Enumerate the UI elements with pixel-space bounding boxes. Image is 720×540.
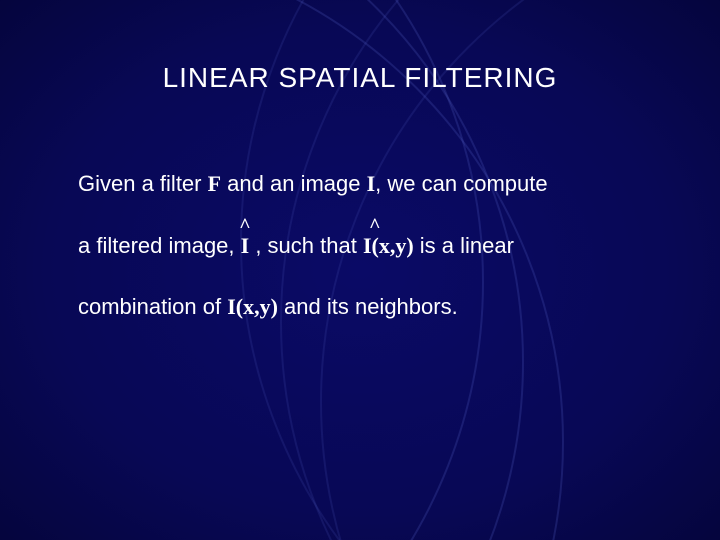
slide-title: LINEAR SPATIAL FILTERING <box>0 62 720 94</box>
hat-icon: ^ <box>239 216 251 236</box>
Ixy-hat: ^I(x,y) <box>363 232 414 260</box>
hat-icon: ^ <box>369 216 381 236</box>
image-symbol-I: I <box>367 171 376 196</box>
text: , we can compute <box>375 171 547 196</box>
text: is a linear <box>414 233 514 258</box>
text: a filtered image, <box>78 233 241 258</box>
text: and an image <box>221 171 367 196</box>
body-line-2: a filtered image, ^I , such that ^I(x,y)… <box>78 232 658 260</box>
I-hat: ^I <box>241 232 250 260</box>
filter-symbol-F: F <box>208 171 221 196</box>
Ixy-symbol: I(x,y) <box>227 294 278 319</box>
text: , such that <box>249 233 363 258</box>
body-line-3: combination of I(x,y) and its neighbors. <box>78 293 658 321</box>
slide-body: Given a filter F and an image I, we can … <box>78 170 658 355</box>
slide: LINEAR SPATIAL FILTERING Given a filter … <box>0 0 720 540</box>
text: combination of <box>78 294 227 319</box>
text: and its neighbors. <box>278 294 458 319</box>
text: Given a filter <box>78 171 208 196</box>
body-line-1: Given a filter F and an image I, we can … <box>78 170 658 198</box>
